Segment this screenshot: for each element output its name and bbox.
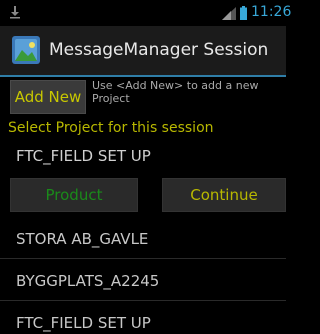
status-time: 11:26: [251, 4, 292, 20]
action-bar-divider: [0, 75, 286, 77]
app-icon[interactable]: [12, 36, 40, 64]
add-new-hint: Use <Add New> to add a new Project: [92, 79, 259, 105]
continue-button[interactable]: Continue: [162, 178, 286, 212]
app-title: MessageManager Session: [49, 40, 269, 60]
project-list-item[interactable]: STORA AB_GAVLE: [16, 230, 148, 248]
battery-icon: [240, 6, 247, 20]
add-new-button[interactable]: Add New: [10, 80, 86, 114]
download-icon: [10, 6, 20, 19]
product-button[interactable]: Product: [10, 178, 138, 212]
status-bar: 11:26: [0, 0, 291, 26]
project-list-item[interactable]: FTC_FIELD SET UP: [16, 314, 151, 332]
action-bar: MessageManager Session: [0, 26, 286, 76]
list-divider: [0, 258, 286, 259]
selected-project[interactable]: FTC_FIELD SET UP: [16, 147, 151, 165]
list-divider: [0, 300, 286, 301]
project-list-item[interactable]: BYGGPLATS_A2245: [16, 272, 159, 290]
select-project-label: Select Project for this session: [8, 120, 214, 136]
signal-icon: [222, 7, 236, 20]
